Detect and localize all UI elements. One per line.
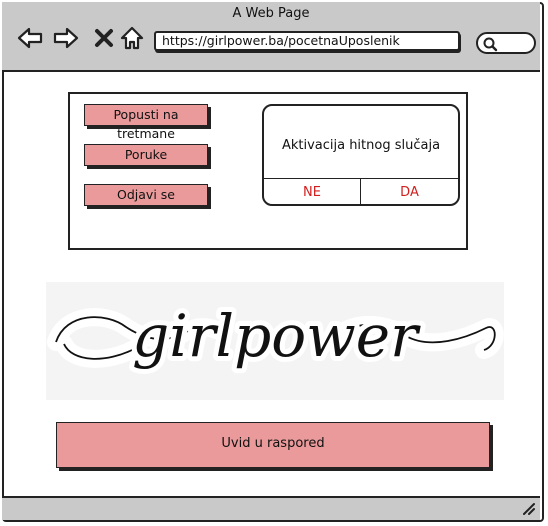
dialog-message: Aktivacija hitnog slučaja: [281, 138, 441, 153]
schedule-button[interactable]: Uvid u raspored: [56, 422, 490, 468]
messages-button[interactable]: Poruke: [84, 144, 208, 166]
logo-text: girlpower: [132, 302, 421, 370]
forward-arrow-icon[interactable]: [52, 24, 80, 52]
search-icon: [483, 37, 498, 52]
resize-grip-icon[interactable]: [522, 502, 536, 516]
home-icon[interactable]: [118, 24, 146, 52]
search-field[interactable]: [476, 32, 536, 54]
dialog-actions: NE DA: [264, 178, 458, 204]
emergency-dialog: Aktivacija hitnog slučaja NE DA: [262, 104, 460, 206]
window-title: A Web Page: [232, 6, 310, 21]
back-arrow-icon[interactable]: [16, 24, 44, 52]
dialog-no-button[interactable]: NE: [264, 179, 361, 204]
browser-statusbar: [2, 496, 540, 520]
close-icon[interactable]: [90, 24, 118, 52]
logo-graphic: girlpower girlpower: [47, 297, 504, 375]
browser-titlebar: A Web Page https://girlpower.ba/pocetnaU…: [2, 2, 540, 72]
girlpower-logo: girlpower girlpower: [46, 282, 504, 400]
address-bar[interactable]: https://girlpower.ba/pocetnaUposlenik: [154, 31, 460, 51]
logout-button[interactable]: Odjavi se: [84, 184, 208, 206]
dialog-yes-button[interactable]: DA: [361, 179, 458, 204]
discounts-button[interactable]: Popusti na tretmane: [84, 104, 208, 141]
